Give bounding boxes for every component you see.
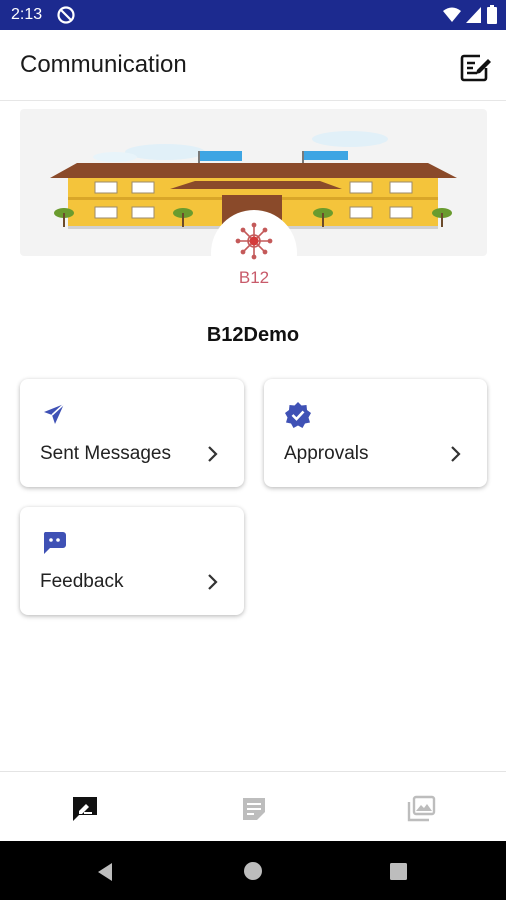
signal-icon: [466, 7, 481, 23]
nav-compose-message-icon[interactable]: [70, 794, 100, 824]
app-bar: Communication: [0, 30, 506, 101]
compose-button[interactable]: [458, 50, 492, 84]
approvals-card[interactable]: Approvals: [264, 379, 487, 487]
at-sign-icon: [57, 6, 75, 24]
sent-messages-label: Sent Messages: [40, 443, 171, 464]
chevron-right-icon: [451, 446, 461, 462]
nav-gallery-icon[interactable]: [406, 794, 436, 824]
logo-emblem-icon: B12: [235, 222, 273, 287]
bottom-navigation: [0, 771, 506, 842]
home-icon[interactable]: [243, 861, 263, 881]
nav-notes-icon[interactable]: [239, 794, 269, 824]
edit-note-icon: [460, 54, 491, 82]
logo-text: B12: [239, 268, 269, 287]
wifi-icon: [443, 7, 461, 22]
battery-icon: [487, 5, 497, 24]
system-navigation-bar: [0, 841, 506, 900]
school-logo: B12: [211, 210, 297, 296]
feedback-card[interactable]: Feedback: [20, 507, 244, 615]
approvals-label: Approvals: [284, 443, 369, 464]
send-icon: [44, 403, 65, 424]
sent-messages-card[interactable]: Sent Messages: [20, 379, 244, 487]
recents-icon[interactable]: [389, 862, 408, 881]
status-bar: 2:13: [0, 0, 506, 30]
chevron-right-icon: [208, 574, 218, 590]
feedback-label: Feedback: [40, 571, 124, 592]
status-time: 2:13: [11, 6, 43, 23]
verified-badge-icon: [285, 402, 311, 428]
chevron-right-icon: [208, 446, 218, 462]
page-title: Communication: [20, 51, 187, 78]
school-name: B12Demo: [206, 324, 300, 346]
feedback-chat-icon: [43, 532, 66, 554]
back-icon[interactable]: [94, 861, 116, 883]
